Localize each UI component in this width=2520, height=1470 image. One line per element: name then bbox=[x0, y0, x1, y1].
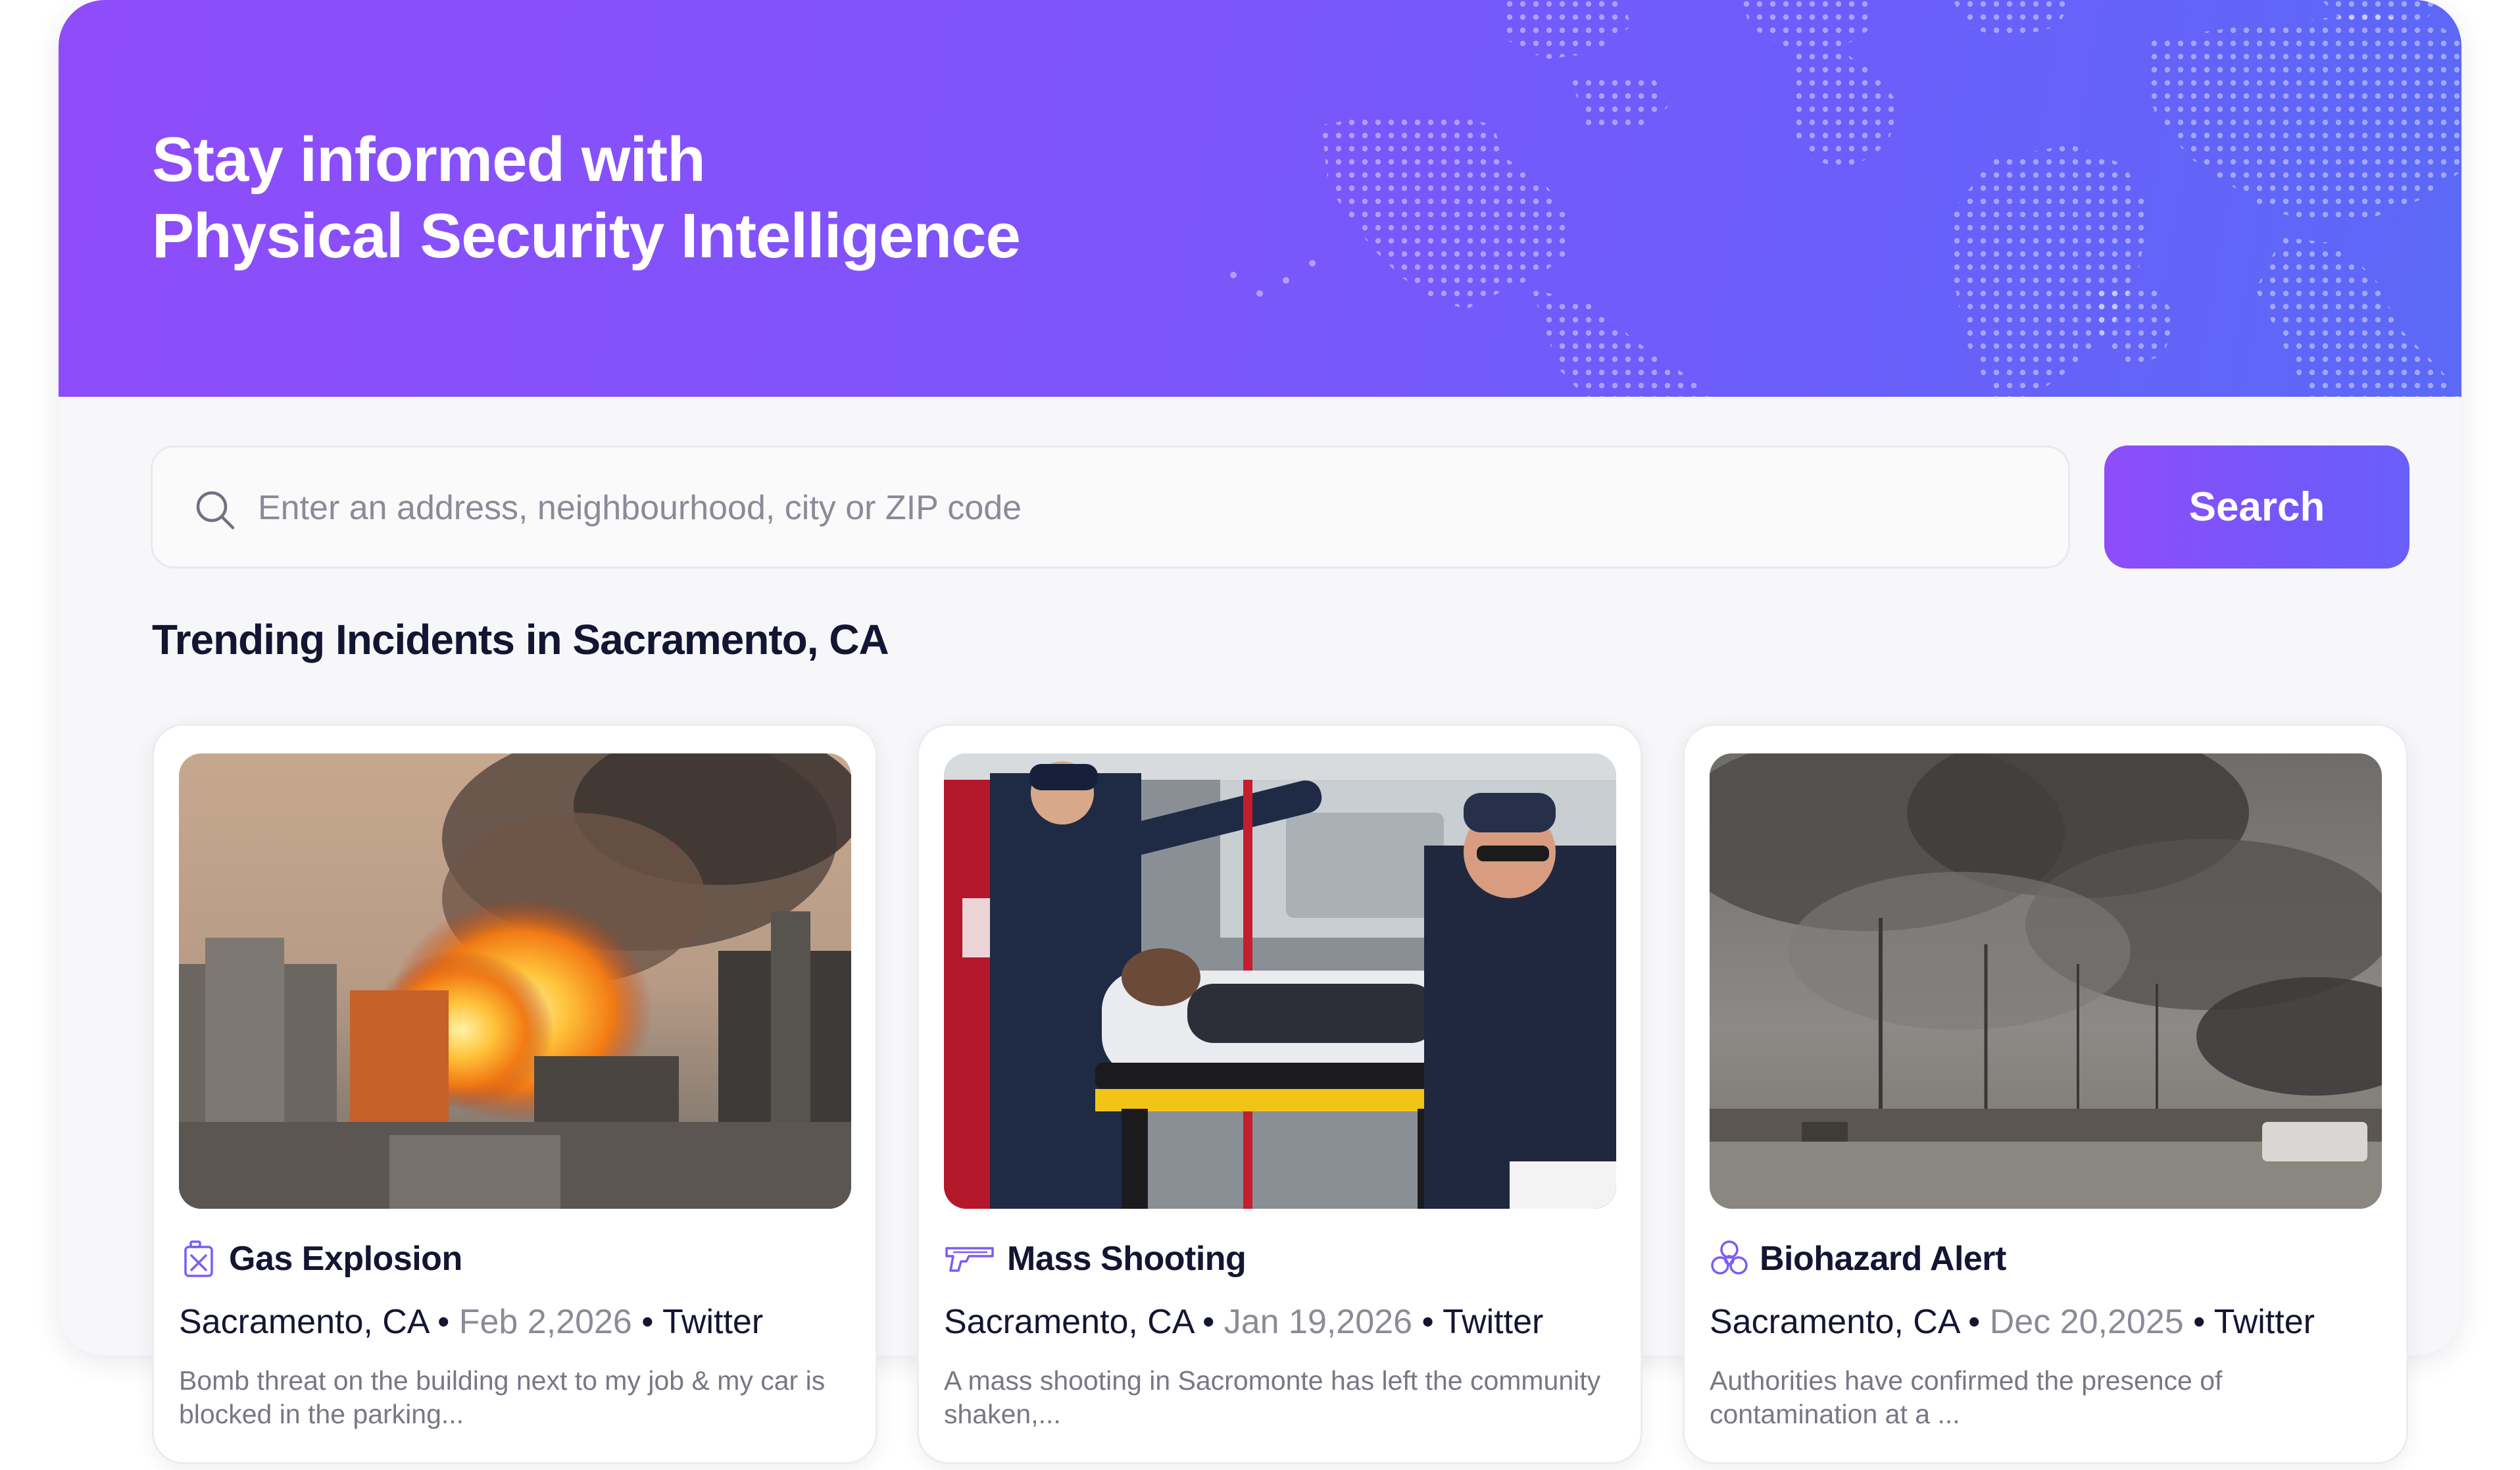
incident-source: Twitter bbox=[662, 1303, 764, 1341]
hero-title-line-1: Stay informed with bbox=[152, 124, 706, 195]
incident-meta: Sacramento, CA • Jan 19,2026 • Twitter bbox=[944, 1296, 1543, 1348]
incident-type-label: Biohazard Alert bbox=[1760, 1240, 2006, 1278]
incident-date: Dec 20,2025 bbox=[1989, 1303, 2184, 1341]
incident-card-biohazard-alert[interactable]: Biohazard Alert Sacramento, CA • Dec 20,… bbox=[1683, 724, 2408, 1464]
meta-separator: • bbox=[1421, 1303, 1443, 1341]
hero-banner: Stay informed with Physical Security Int… bbox=[59, 0, 2461, 397]
search-icon bbox=[196, 491, 235, 530]
incident-type: Mass Shooting bbox=[944, 1232, 1247, 1285]
incident-type: Biohazard Alert bbox=[1710, 1232, 2006, 1285]
meta-separator: • bbox=[2193, 1303, 2214, 1341]
meta-separator: • bbox=[1968, 1303, 1990, 1341]
meta-separator: • bbox=[1202, 1303, 1224, 1341]
incident-location: Sacramento, CA bbox=[1710, 1303, 1959, 1341]
incident-type-label: Mass Shooting bbox=[1007, 1240, 1247, 1278]
incident-description: Authorities have confirmed the presence … bbox=[1710, 1365, 2223, 1429]
incident-source: Twitter bbox=[1443, 1303, 1544, 1341]
search-button[interactable]: Search bbox=[2104, 445, 2409, 569]
incident-description: Bomb threat on the building next to my j… bbox=[179, 1365, 826, 1429]
incident-date: Feb 2,2026 bbox=[458, 1303, 632, 1341]
incident-source: Twitter bbox=[2213, 1303, 2315, 1341]
search-input[interactable] bbox=[258, 474, 2034, 542]
incident-image-smoke[interactable] bbox=[1710, 753, 2382, 1209]
incident-location: Sacramento, CA bbox=[944, 1303, 1193, 1341]
incident-type-label: Gas Explosion bbox=[229, 1240, 462, 1278]
incident-description: A mass shooting in Sacromonte has left t… bbox=[944, 1365, 1601, 1429]
search-box[interactable] bbox=[151, 445, 2070, 569]
incident-image-paramedics[interactable] bbox=[944, 753, 1616, 1209]
meta-separator: • bbox=[641, 1303, 663, 1341]
incident-location: Sacramento, CA bbox=[179, 1303, 428, 1341]
hero-title-line-2: Physical Security Intelligence bbox=[152, 201, 1021, 271]
incident-card-gas-explosion[interactable]: Gas Explosion Sacramento, CA • Feb 2,202… bbox=[152, 724, 877, 1464]
incident-date: Jan 19,2026 bbox=[1223, 1303, 1412, 1341]
section-title: Trending Incidents in Sacramento, CA bbox=[152, 616, 889, 663]
incident-card-mass-shooting[interactable]: Mass Shooting Sacramento, CA • Jan 19,20… bbox=[917, 724, 1643, 1464]
incident-type: Gas Explosion bbox=[179, 1232, 462, 1285]
gas-canister-icon bbox=[184, 1240, 213, 1277]
incident-image-explosion[interactable] bbox=[179, 753, 851, 1209]
biohazard-icon bbox=[1711, 1240, 1748, 1275]
incident-meta: Sacramento, CA • Dec 20,2025 • Twitter bbox=[1710, 1296, 2315, 1348]
incident-meta: Sacramento, CA • Feb 2,2026 • Twitter bbox=[179, 1296, 763, 1348]
gun-icon bbox=[945, 1247, 994, 1272]
hero-title: Stay informed with Physical Security Int… bbox=[152, 122, 1021, 274]
meta-separator: • bbox=[437, 1303, 459, 1341]
